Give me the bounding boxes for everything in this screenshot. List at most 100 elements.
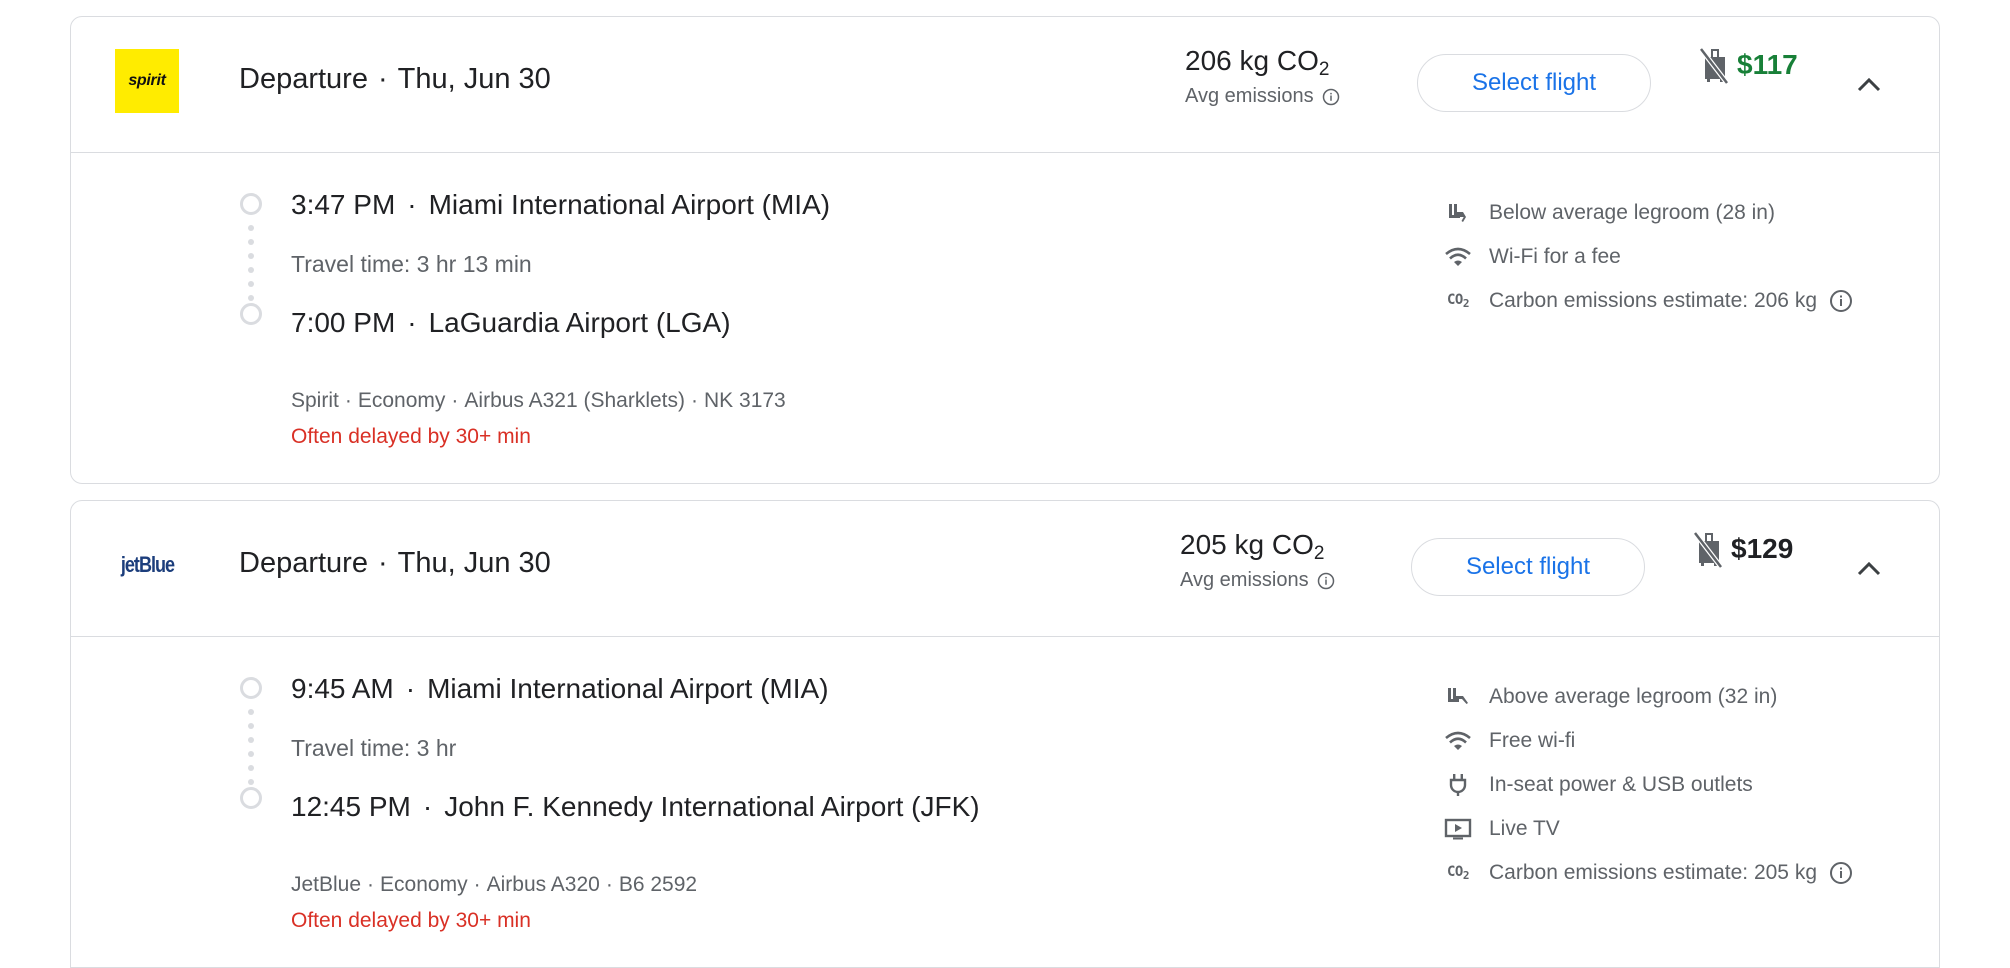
separator: · bbox=[377, 547, 388, 579]
amenity-item: CO2 Carbon emissions estimate: 205 kg bbox=[1441, 851, 1853, 895]
emissions-label: Avg emissions bbox=[1180, 569, 1309, 591]
direction-label: Departure bbox=[239, 547, 368, 579]
departure-date: Thu, Jun 30 bbox=[397, 547, 551, 579]
separator: · bbox=[344, 389, 352, 412]
separator: · bbox=[377, 63, 388, 95]
timeline-dot bbox=[248, 253, 254, 259]
airline-logo-text: jetBlue bbox=[120, 552, 174, 577]
wifi-icon bbox=[1441, 244, 1475, 270]
arrival-time: 12:45 PM bbox=[291, 791, 411, 822]
amenity-item: Live TV bbox=[1441, 807, 1853, 851]
co2-icon: CO2 bbox=[1447, 864, 1469, 882]
travel-time: Travel time: 3 hr 13 min bbox=[291, 251, 532, 277]
amenity-text: Carbon emissions estimate: 206 kg bbox=[1489, 289, 1817, 312]
timeline-dot bbox=[248, 225, 254, 231]
departure-title: Departure · Thu, Jun 30 bbox=[239, 63, 551, 96]
legroom-icon bbox=[1441, 200, 1475, 226]
flight-card: spirit Departure · Thu, Jun 30 206 kg CO2 … bbox=[70, 16, 1940, 484]
arrival-airport: LaGuardia Airport (LGA) bbox=[428, 307, 731, 338]
no-carry-on-bag-icon bbox=[1693, 531, 1723, 569]
separator: · bbox=[422, 791, 433, 822]
departure-airport: Miami International Airport (MIA) bbox=[428, 189, 831, 220]
timeline-dot bbox=[248, 723, 254, 729]
collapse-button[interactable] bbox=[1851, 551, 1887, 587]
departure-time: 3:47 PM bbox=[291, 189, 396, 220]
separator: · bbox=[407, 307, 417, 338]
amenity-text: Live TV bbox=[1489, 817, 1560, 840]
separator: · bbox=[691, 389, 699, 412]
arrival-airport: John F. Kennedy International Airport (J… bbox=[444, 791, 980, 822]
flight-details: 3:47 PM · Miami International Airport (MIA… bbox=[71, 153, 1939, 483]
chevron-up-icon bbox=[1857, 561, 1881, 576]
timeline-dot bbox=[248, 709, 254, 715]
amenity-text: Wi-Fi for a fee bbox=[1489, 245, 1621, 268]
arrival-node-icon bbox=[240, 787, 262, 809]
travel-time: Travel time: 3 hr bbox=[291, 735, 457, 761]
departure-node-icon bbox=[240, 677, 262, 699]
departure-date: Thu, Jun 30 bbox=[397, 63, 551, 95]
amenity-text: Free wi-fi bbox=[1489, 729, 1576, 752]
airline-logo-jetblue: jetBlue bbox=[115, 533, 179, 597]
amenity-text: Above average legroom (32 in) bbox=[1489, 685, 1778, 708]
emissions-value: 205 kg CO2 bbox=[1180, 529, 1335, 565]
emissions-label-row: Avg emissions bbox=[1185, 85, 1340, 108]
collapse-button[interactable] bbox=[1851, 67, 1887, 103]
departure-airport: Miami International Airport (MIA) bbox=[427, 673, 829, 704]
flight-card-header[interactable]: spirit Departure · Thu, Jun 30 206 kg CO2 … bbox=[71, 17, 1939, 153]
delay-warning: Often delayed by 30+ min bbox=[291, 909, 531, 932]
info-icon[interactable] bbox=[1317, 572, 1335, 590]
no-carry-on-bag-icon bbox=[1699, 47, 1729, 85]
flight-number: B6 2592 bbox=[618, 873, 698, 896]
amenity-item: Wi-Fi for a fee bbox=[1441, 235, 1853, 279]
emissions-label-row: Avg emissions bbox=[1180, 569, 1335, 592]
emissions-summary: 206 kg CO2 Avg emissions bbox=[1185, 45, 1340, 108]
price-group: $129 bbox=[1691, 529, 1793, 569]
flight-card: jetBlue Departure · Thu, Jun 30 205 kg CO2… bbox=[70, 500, 1940, 968]
emissions-label: Avg emissions bbox=[1185, 85, 1314, 107]
info-icon[interactable] bbox=[1322, 88, 1340, 106]
wifi-icon bbox=[1441, 728, 1475, 754]
amenity-item: Above average legroom (32 in) bbox=[1441, 675, 1853, 719]
separator: · bbox=[405, 673, 416, 704]
flight-card-header[interactable]: jetBlue Departure · Thu, Jun 30 205 kg CO2… bbox=[71, 501, 1939, 637]
info-icon[interactable] bbox=[1829, 861, 1853, 885]
timeline-dot bbox=[248, 281, 254, 287]
emissions-value: 206 kg CO2 bbox=[1185, 45, 1340, 81]
live-tv-icon bbox=[1441, 816, 1475, 842]
departure-title: Departure · Thu, Jun 30 bbox=[239, 547, 551, 580]
arrival-line: 7:00 PM · LaGuardia Airport (LGA) bbox=[291, 307, 731, 339]
timeline-dot bbox=[248, 239, 254, 245]
timeline-dot bbox=[248, 751, 254, 757]
arrival-time: 7:00 PM bbox=[291, 307, 396, 338]
timeline-dot bbox=[248, 737, 254, 743]
flight-price: $117 bbox=[1737, 49, 1798, 80]
amenity-item: CO2 Carbon emissions estimate: 206 kg bbox=[1441, 279, 1853, 323]
flight-price: $129 bbox=[1731, 533, 1794, 564]
amenities-list: Above average legroom (32 in) Free wi-fi… bbox=[1441, 675, 1853, 895]
emissions-amount: 205 kg CO bbox=[1180, 529, 1314, 560]
cabin-class: Economy bbox=[380, 873, 468, 896]
power-outlet-icon bbox=[1441, 772, 1475, 798]
separator: · bbox=[605, 873, 613, 896]
amenity-text: Carbon emissions estimate: 205 kg bbox=[1489, 861, 1817, 884]
flight-info: JetBlue · Economy · Airbus A320 · B6 2592 bbox=[291, 873, 697, 897]
airline-name: JetBlue bbox=[291, 873, 362, 896]
flight-info: Spirit · Economy · Airbus A321 (Sharklets) · N… bbox=[291, 389, 786, 413]
departure-line: 9:45 AM · Miami International Airport (MIA… bbox=[291, 673, 829, 705]
airline-name: Spirit bbox=[291, 389, 339, 412]
select-flight-button[interactable]: Select flight bbox=[1417, 54, 1651, 112]
info-icon[interactable] bbox=[1829, 289, 1853, 313]
departure-line: 3:47 PM · Miami International Airport (MIA… bbox=[291, 189, 830, 221]
timeline-dot bbox=[248, 267, 254, 273]
amenity-text: In-seat power & USB outlets bbox=[1489, 773, 1753, 796]
select-flight-button[interactable]: Select flight bbox=[1411, 538, 1645, 596]
legroom-icon bbox=[1441, 684, 1475, 710]
amenity-text: Below average legroom (28 in) bbox=[1489, 201, 1775, 224]
separator: · bbox=[451, 389, 459, 412]
aircraft: Airbus A320 bbox=[486, 873, 600, 896]
airline-logo-text: spirit bbox=[128, 72, 166, 89]
departure-node-icon bbox=[240, 193, 262, 215]
amenity-item: Free wi-fi bbox=[1441, 719, 1853, 763]
amenity-item: Below average legroom (28 in) bbox=[1441, 191, 1853, 235]
amenity-item: In-seat power & USB outlets bbox=[1441, 763, 1853, 807]
